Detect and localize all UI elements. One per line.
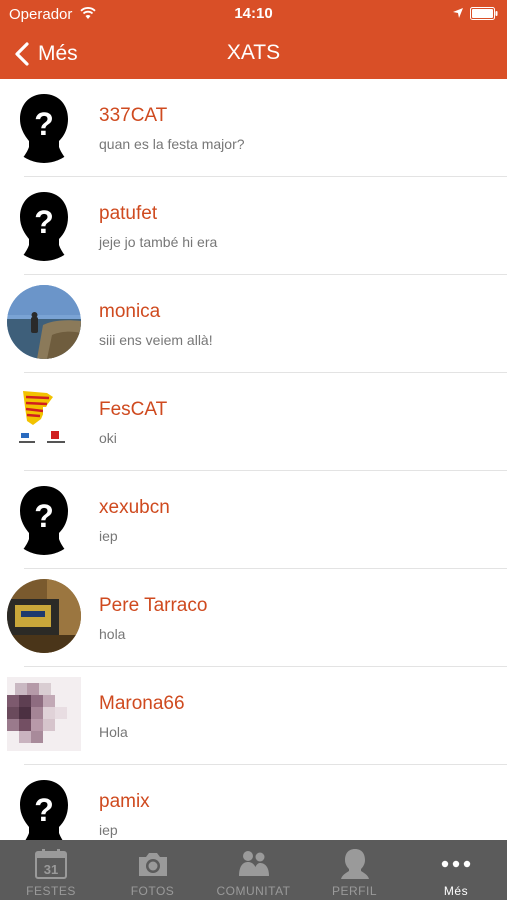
chat-row-patufet[interactable]: patufet jeje jo també hi era	[0, 177, 507, 275]
chat-name: pamix	[99, 791, 150, 812]
chat-row-xexubcn[interactable]: xexubcn iep	[0, 471, 507, 569]
chat-name: 337CAT	[99, 105, 168, 126]
user-silhouette-icon	[7, 481, 81, 555]
user-silhouette-icon	[7, 89, 81, 163]
chat-last-message: Hola	[99, 724, 128, 740]
clock: 14:10	[234, 5, 273, 22]
more-icon	[441, 860, 471, 868]
tab-mes[interactable]: Més	[405, 840, 507, 900]
user-silhouette-icon	[7, 775, 81, 840]
chat-name: monica	[99, 301, 161, 322]
user-silhouette-icon	[7, 187, 81, 261]
tab-perfil[interactable]: PERFIL	[304, 840, 405, 900]
camera-icon	[138, 853, 167, 876]
chat-name: xexubcn	[99, 497, 170, 518]
chat-last-message: hola	[99, 626, 126, 642]
avatar-photo	[7, 677, 81, 751]
profile-icon	[340, 849, 369, 879]
community-icon	[238, 851, 269, 876]
location-arrow-icon	[453, 8, 463, 18]
avatar-photo	[7, 579, 81, 653]
avatar	[7, 187, 81, 261]
tab-label: Més	[443, 884, 469, 898]
chat-last-message: quan es la festa major?	[99, 136, 245, 152]
chat-row-pere-tarraco[interactable]: Pere Tarraco hola	[0, 569, 507, 667]
avatar-photo	[7, 285, 81, 359]
pixelated-photo	[7, 677, 81, 751]
avatar	[7, 89, 81, 163]
tab-label: FESTES	[26, 884, 76, 898]
chat-name: FesCAT	[99, 399, 168, 420]
battery-icon	[470, 7, 498, 20]
fescat-logo	[7, 383, 81, 457]
avatar	[7, 775, 81, 840]
chat-last-message: iep	[99, 528, 118, 544]
tab-comunitat[interactable]: COMUNITAT	[203, 840, 304, 900]
calendar-day: 31	[44, 862, 58, 877]
status-bar: Operador 14:10	[0, 0, 507, 28]
page-title: XATS	[226, 41, 281, 64]
chat-name: patufet	[99, 203, 158, 224]
tab-bar: 31 FESTES FOTOS COMUNITAT PERFIL Més	[0, 840, 507, 900]
chat-row-337cat[interactable]: 337CAT quan es la festa major?	[0, 79, 507, 177]
tab-festes[interactable]: 31 FESTES	[0, 840, 102, 900]
tab-label: PERFIL	[331, 884, 377, 898]
chat-name: Pere Tarraco	[99, 595, 208, 616]
calendar-icon: 31	[35, 849, 67, 879]
chat-last-message: jeje jo també hi era	[99, 234, 218, 250]
avatar	[7, 481, 81, 555]
chat-last-message: iep	[99, 822, 118, 838]
chat-row-marona66[interactable]: Marona66 Hola	[0, 667, 507, 765]
tab-label: COMUNITAT	[216, 884, 291, 898]
chat-row-fescat[interactable]: FesCAT oki	[0, 373, 507, 471]
coast-photo	[7, 285, 81, 359]
avatar-logo	[7, 383, 81, 457]
chat-last-message: siii ens veiem allà!	[99, 332, 213, 348]
chat-list: 337CAT quan es la festa major? patufet j…	[0, 79, 507, 840]
navigation-bar: Més XATS	[0, 28, 507, 79]
chat-row-monica[interactable]: monica siii ens veiem allà!	[0, 275, 507, 373]
chat-last-message: oki	[99, 430, 117, 446]
tab-label: FOTOS	[130, 884, 175, 898]
chat-name: Marona66	[99, 693, 185, 714]
tab-fotos[interactable]: FOTOS	[102, 840, 203, 900]
chat-row-pamix[interactable]: pamix iep	[0, 765, 507, 840]
bottle-photo	[7, 579, 81, 653]
